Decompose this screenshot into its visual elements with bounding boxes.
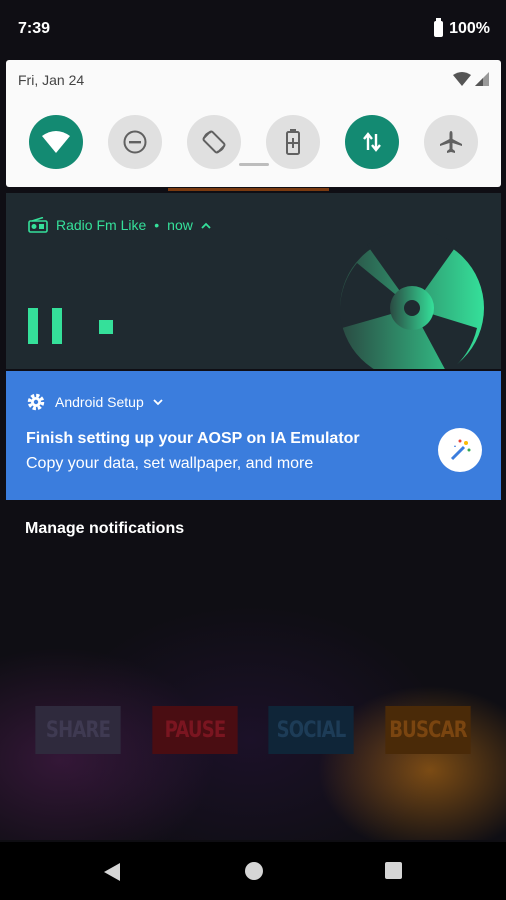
battery-percent: 100% <box>449 20 490 37</box>
media-time: now <box>167 217 193 233</box>
chevron-up-icon[interactable] <box>201 222 211 229</box>
battery-status: 100% <box>434 18 490 38</box>
airplane-mode-tile[interactable] <box>424 115 478 169</box>
setup-title: Finish setting up your AOSP on IA Emulat… <box>26 430 360 447</box>
battery-icon <box>434 18 444 37</box>
manage-notifications-button[interactable]: Manage notifications <box>25 520 184 538</box>
qs-date[interactable]: Fri, Jan 24 <box>18 72 84 88</box>
do-not-disturb-icon <box>123 130 147 154</box>
gear-icon <box>27 393 45 411</box>
airplane-icon <box>440 131 462 153</box>
mobile-data-tile[interactable] <box>345 115 399 169</box>
auto-rotate-tile[interactable] <box>187 115 241 169</box>
media-stop-button[interactable] <box>99 320 113 334</box>
social-button[interactable]: SOCIAL <box>268 706 354 754</box>
media-pause-button[interactable] <box>28 308 62 344</box>
navigation-bar <box>0 842 506 900</box>
quick-settings-panel: Fri, Jan 24 <box>6 60 501 187</box>
back-icon[interactable] <box>103 862 121 882</box>
wifi-tile[interactable] <box>29 115 83 169</box>
pause-button[interactable]: PAUSE <box>152 706 238 754</box>
setup-notification[interactable]: Android Setup Finish setting up your AOS… <box>6 371 501 500</box>
dot-separator: • <box>154 217 160 233</box>
drag-handle[interactable] <box>239 163 269 166</box>
magic-wand-icon <box>438 428 482 472</box>
setup-app-name: Android Setup <box>55 394 144 410</box>
status-bar: 7:39 100% <box>0 0 506 58</box>
home-icon[interactable] <box>245 862 263 880</box>
recents-icon[interactable] <box>385 862 402 879</box>
buscar-button[interactable]: BUSCAR <box>385 706 471 754</box>
battery-saver-tile[interactable] <box>266 115 320 169</box>
setup-text: Copy your data, set wallpaper, and more <box>26 455 314 472</box>
setup-header[interactable]: Android Setup <box>26 392 163 412</box>
radio-icon <box>28 217 48 233</box>
media-app-name: Radio Fm Like <box>56 217 147 233</box>
data-transfer-icon <box>363 132 381 152</box>
media-notification[interactable]: Radio Fm Like • now <box>6 193 501 369</box>
status-time: 7:39 <box>18 20 51 37</box>
wifi-icon <box>42 131 70 153</box>
signal-indicators <box>453 72 489 86</box>
cell-signal-icon <box>475 72 489 86</box>
battery-saver-icon <box>286 129 300 155</box>
media-header[interactable]: Radio Fm Like • now <box>28 217 211 233</box>
auto-rotate-icon <box>202 130 226 154</box>
share-button[interactable]: SHARE <box>35 706 121 754</box>
wifi-signal-icon <box>453 72 471 86</box>
divider <box>168 188 329 191</box>
chevron-down-icon[interactable] <box>153 398 163 406</box>
album-art-reel-icon <box>339 233 484 369</box>
do-not-disturb-tile[interactable] <box>108 115 162 169</box>
